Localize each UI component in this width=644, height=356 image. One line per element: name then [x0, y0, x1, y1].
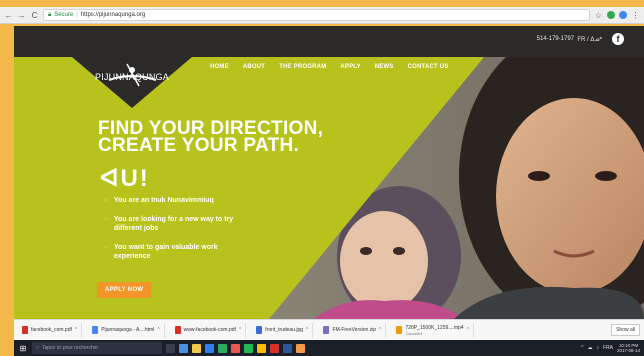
file-icon	[174, 326, 181, 334]
hero-headline: FIND YOUR DIRECTION, CREATE YOUR PATH.	[98, 119, 323, 156]
chevron-up-icon[interactable]: ^	[75, 327, 77, 333]
network-icon[interactable]: ☁	[587, 345, 592, 351]
word-icon[interactable]	[283, 343, 292, 353]
app-icon[interactable]	[231, 343, 240, 353]
download-item[interactable]: facebook_com.pdf ^	[18, 322, 83, 338]
website: 514-179-1797 FR / ᐃᓄᒃ f PIJUNNAQUNGA HOM…	[14, 26, 644, 319]
nav-home[interactable]: HOME	[210, 64, 229, 70]
file-icon	[92, 326, 99, 334]
downloads-bar: facebook_com.pdf ^ Pijunnaqunga - A....h…	[14, 319, 644, 340]
screen: ← → C 🔒︎ Secure | https://pijunnaqunga.o…	[0, 0, 644, 356]
reload-icon[interactable]: C	[30, 11, 39, 20]
language-switch[interactable]: FR / ᐃᓄᒃ	[577, 36, 602, 43]
app-icon[interactable]	[218, 343, 227, 353]
download-filename: facebook_com.pdf	[31, 327, 72, 333]
url-separator: |	[76, 12, 78, 18]
browser-toolbar: ← → C 🔒︎ Secure | https://pijunnaqunga.o…	[0, 7, 644, 24]
search-icon: ○	[36, 345, 40, 351]
list-item: » You want to gain valuable work experie…	[104, 243, 244, 261]
download-filename: FM-FreeVersion.zip	[332, 327, 377, 333]
site-logo[interactable]: PIJUNNAQUNGA	[87, 72, 177, 82]
address-bar[interactable]: 🔒︎ Secure | https://pijunnaqunga.org	[43, 9, 590, 21]
headline-line-2: CREATE YOUR PATH.	[98, 135, 300, 156]
facebook-icon[interactable]: f	[612, 33, 624, 45]
download-item[interactable]: www-facebook-com.pdf ^	[171, 322, 247, 338]
task-view-icon[interactable]	[166, 343, 175, 353]
nav-the-program[interactable]: THE PROGRAM	[279, 64, 326, 70]
store-icon[interactable]	[205, 343, 214, 353]
chevron-up-icon[interactable]: ^	[157, 327, 159, 333]
nav-about[interactable]: ABOUT	[243, 64, 265, 70]
extension-icon[interactable]	[619, 11, 627, 19]
lock-icon: 🔒︎	[48, 11, 52, 18]
download-filename: www-facebook-com.pdf	[183, 327, 236, 333]
volume-icon[interactable]: ♪	[596, 345, 599, 351]
apply-now-button[interactable]: APPLY NOW	[97, 282, 152, 298]
extension-icon[interactable]	[607, 11, 615, 19]
system-tray: ^ ☁ ♪ FRA 10:10 PM 2017-08-14	[581, 343, 640, 353]
eligibility-list: » You are an Inuk Nunavimmiuq » You are …	[104, 196, 244, 271]
nav-apply[interactable]: APPLY	[340, 64, 360, 70]
chevron-up-icon[interactable]: ^	[581, 345, 583, 351]
clock[interactable]: 10:10 PM 2017-08-14	[617, 343, 640, 353]
chrome-icon[interactable]	[257, 343, 266, 353]
chevron-up-icon[interactable]: ^	[379, 327, 381, 333]
windows-start-icon[interactable]: ⊞	[18, 344, 28, 353]
arrow-icon: »	[104, 216, 108, 223]
download-item[interactable]: front_trudeau.jpg ^	[252, 322, 314, 338]
syllabics-heading: ᐊU!	[100, 165, 150, 192]
warning-icon	[396, 326, 403, 334]
back-icon[interactable]: ←	[4, 11, 13, 20]
file-icon	[323, 326, 330, 334]
chevron-up-icon[interactable]: ^	[239, 327, 241, 333]
list-item: » You are looking for a new way to try d…	[104, 215, 244, 233]
list-item: » You are an Inuk Nunavimmiuq	[104, 196, 244, 205]
edge-icon[interactable]	[179, 343, 188, 353]
bookmark-star-icon[interactable]: ☆	[594, 11, 603, 20]
forward-icon[interactable]: →	[17, 11, 26, 20]
download-item[interactable]: Pijunnaqunga - A....html ^	[88, 322, 165, 338]
input-language[interactable]: FRA	[603, 345, 613, 351]
app-icon[interactable]	[270, 343, 279, 353]
phone-number[interactable]: 514-179-1797	[537, 36, 574, 42]
download-filename: Pijunnaqunga - A....html	[101, 327, 155, 333]
app-icon[interactable]	[296, 343, 305, 353]
show-all-button[interactable]: Show all	[611, 324, 640, 336]
arrow-icon: »	[104, 197, 108, 204]
search-placeholder: Tapez ici pour rechercher	[42, 345, 99, 351]
chevron-up-icon[interactable]: ^	[306, 327, 308, 333]
url-text: https://pijunnaqunga.org	[80, 12, 146, 18]
file-icon	[256, 326, 263, 334]
chevron-up-icon[interactable]: ^	[467, 327, 469, 333]
file-explorer-icon[interactable]	[192, 343, 201, 353]
arrow-icon: »	[104, 244, 108, 251]
list-item-text: You are looking for a new way to try dif…	[113, 216, 234, 232]
download-info: 720P_1500K_1259....mp4 Canceled	[405, 325, 463, 336]
clock-date: 2017-08-14	[616, 348, 640, 353]
spotify-icon[interactable]	[244, 343, 253, 353]
main-nav: HOME ABOUT THE PROGRAM APPLY NEWS CONTAC…	[210, 64, 463, 70]
nav-contact-us[interactable]: CONTACT US	[408, 64, 449, 70]
download-status: Canceled	[405, 330, 423, 336]
top-bar: 514-179-1797 FR / ᐃᓄᒃ f	[14, 26, 644, 57]
download-item[interactable]: 720P_1500K_1259....mp4 Canceled ^	[392, 322, 474, 338]
download-item[interactable]: FM-FreeVersion.zip ^	[319, 322, 387, 338]
list-item-text: You want to gain valuable work experienc…	[113, 244, 218, 260]
file-icon	[22, 326, 28, 334]
menu-icon[interactable]: ⋮	[631, 11, 640, 20]
download-filename: front_trudeau.jpg	[265, 327, 304, 333]
list-item-text: You are an Inuk Nunavimmiuq	[113, 197, 214, 204]
taskbar: ⊞ ○ Tapez ici pour rechercher ^ ☁ ♪ FRA …	[14, 340, 644, 356]
secure-label: Secure	[54, 12, 74, 18]
nav-news[interactable]: NEWS	[375, 64, 394, 70]
taskbar-search[interactable]: ○ Tapez ici pour rechercher	[32, 342, 162, 354]
